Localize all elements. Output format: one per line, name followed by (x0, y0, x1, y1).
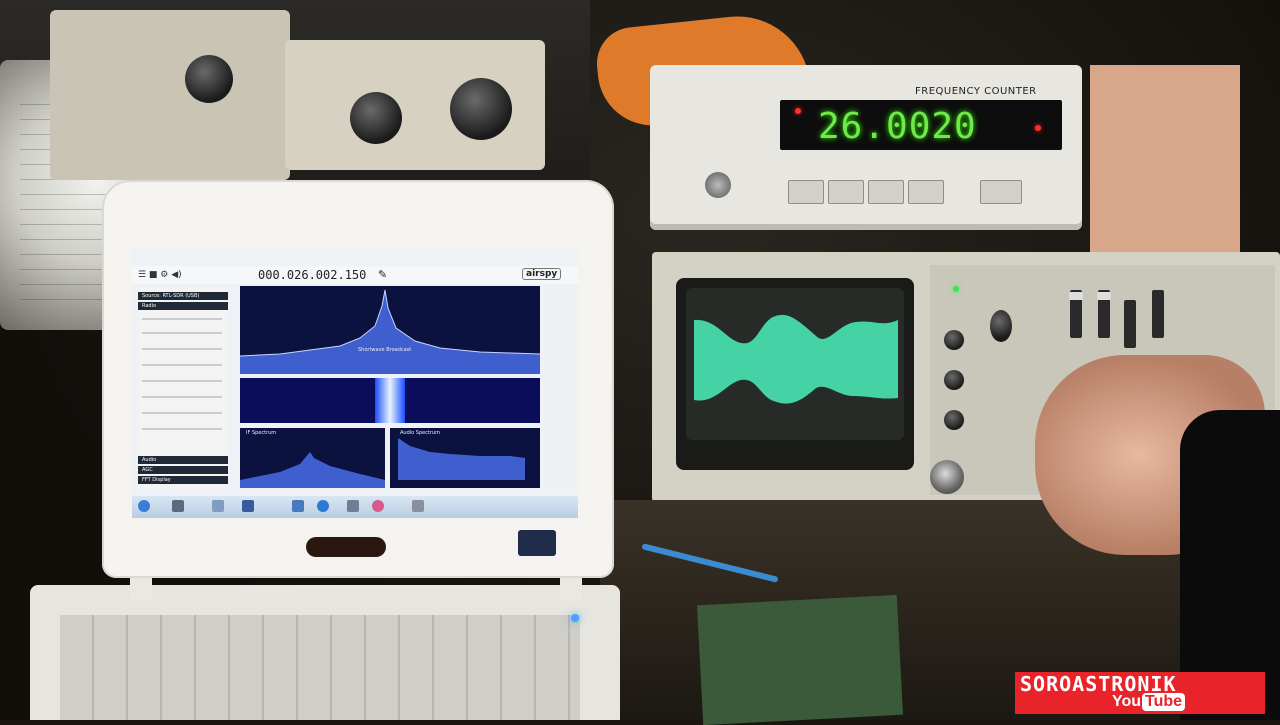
youtube-logo: You Tube (1112, 693, 1186, 711)
counter-label: FREQUENCY COUNTER (915, 86, 1037, 97)
counter-input-bnc (705, 172, 731, 198)
audio-spectrum: Audio Spectrum (390, 428, 540, 488)
scope-power-led (953, 286, 959, 292)
spectrum-annotation: Shortwave Broadcast (358, 347, 412, 353)
sidebar-line (142, 380, 222, 382)
scope-knob[interactable] (990, 310, 1012, 342)
taskbar-app-icon[interactable] (242, 500, 254, 512)
sidebar-section[interactable]: AGC (138, 466, 228, 474)
youtube-tube: Tube (1142, 693, 1186, 711)
taskbar-app-icon[interactable] (372, 500, 384, 512)
sdr-frequency[interactable]: 000.026.002.150 (258, 268, 366, 282)
sidebar-section[interactable]: FFT Display (138, 476, 228, 484)
sidebar-section[interactable]: Source: RTL-SDR (USB) (138, 292, 228, 300)
main-spectrum[interactable]: Shortwave Broadcast (239, 286, 541, 374)
sidebar-line (142, 364, 222, 366)
sdr-sidebar: Source: RTL-SDR (USB) Radio Audio AGC FF… (138, 288, 228, 488)
scope-knob[interactable] (944, 370, 964, 390)
sidebar-line (142, 396, 222, 398)
knob (350, 92, 402, 144)
taskbar-app-icon[interactable] (412, 500, 424, 512)
cpu-sticker (518, 530, 556, 556)
if-trace (240, 452, 385, 488)
taskbar-app-icon[interactable] (317, 500, 329, 512)
slider-cap (1069, 292, 1083, 300)
sidebar-line (142, 332, 222, 334)
counter-led (1035, 125, 1041, 131)
laptop-logo (306, 537, 386, 557)
scope-knob[interactable] (944, 410, 964, 430)
slider-cap (1097, 292, 1111, 300)
spectrum-trace (239, 289, 541, 374)
counter-key[interactable] (788, 180, 824, 204)
knob (450, 78, 512, 140)
sidebar-line (142, 348, 222, 350)
sdr-brand-badge: airspy (522, 268, 562, 280)
knob (185, 55, 233, 103)
scope-trace (694, 314, 898, 404)
taskbar-app-icon[interactable] (212, 500, 224, 512)
scope-knob[interactable] (944, 330, 964, 350)
taskbar-app-icon[interactable] (172, 500, 184, 512)
youtube-you: You (1112, 693, 1142, 710)
counter-key[interactable] (868, 180, 904, 204)
if-spectrum: IF Spectrum (240, 428, 385, 488)
laptop-power-led (571, 614, 579, 622)
laptop-screen: ☰ ■ ⚙ ◀) 000.026.002.150 ✎ airspy Source… (132, 248, 578, 518)
scope-slider[interactable] (1124, 300, 1136, 348)
sidebar-line (142, 428, 222, 430)
laptop-keyboard (60, 615, 580, 720)
counter-led (795, 108, 801, 114)
scope-crt (686, 288, 904, 440)
counter-key[interactable] (908, 180, 944, 204)
waterfall-signal (375, 378, 405, 423)
counter-key[interactable] (828, 180, 864, 204)
sidebar-line (142, 318, 222, 320)
counter-digits: 26.0020 (818, 106, 977, 147)
circuit-board (696, 594, 904, 725)
start-button-icon[interactable] (138, 500, 150, 512)
sidebar-section[interactable]: Radio (138, 302, 228, 310)
sidebar-line (142, 412, 222, 414)
taskbar-app-icon[interactable] (292, 500, 304, 512)
sidebar-section[interactable]: Audio (138, 456, 228, 464)
counter-power-key[interactable] (980, 180, 1022, 204)
sdr-right-panel (546, 286, 576, 486)
scope-slider[interactable] (1152, 290, 1164, 338)
audio-trace (398, 438, 525, 480)
waterfall (240, 378, 540, 423)
taskbar-app-icon[interactable] (347, 500, 359, 512)
vintage-instrument (50, 10, 290, 180)
scope-input-bnc (930, 460, 964, 494)
pin-icon[interactable]: ✎ (378, 268, 387, 281)
menu-icon[interactable]: ☰ ■ ⚙ ◀) (138, 270, 182, 280)
cardboard-box (1090, 65, 1240, 255)
